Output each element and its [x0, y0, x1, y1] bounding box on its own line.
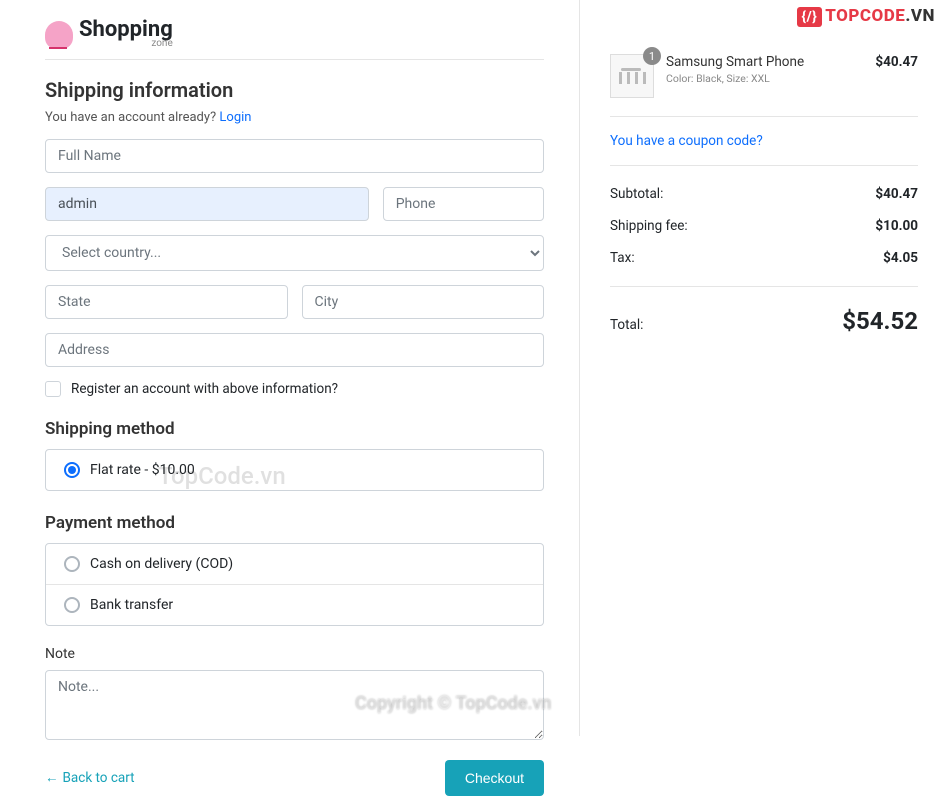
shipping-info-heading: Shipping information	[45, 78, 544, 102]
payment-option-label: Cash on delivery (COD)	[90, 556, 233, 572]
payment-method-box: Cash on delivery (COD) Bank transfer	[45, 543, 544, 626]
product-name: Samsung Smart Phone	[666, 54, 863, 70]
tax-label: Tax:	[610, 250, 635, 266]
note-label: Note	[45, 646, 544, 662]
register-checkbox[interactable]	[45, 381, 61, 397]
login-link[interactable]: Login	[219, 110, 251, 125]
account-hint: You have an account already?	[45, 110, 219, 125]
back-to-cart-link[interactable]: Back to cart	[45, 770, 135, 786]
brand-icon: {/}	[797, 7, 823, 27]
shipping-method-heading: Shipping method	[45, 419, 544, 439]
state-input[interactable]	[45, 285, 288, 319]
brand-watermark: {/}TOPCODE.VN	[797, 6, 935, 27]
shipping-method-box: Flat rate - $10.00	[45, 449, 544, 491]
phone-input[interactable]	[383, 187, 544, 221]
register-checkbox-row[interactable]: Register an account with above informati…	[45, 381, 544, 397]
city-input[interactable]	[302, 285, 545, 319]
product-price: $40.47	[875, 54, 918, 98]
shipping-option-flat-rate[interactable]: Flat rate - $10.00	[46, 450, 543, 490]
logo[interactable]: Shopping zone	[45, 20, 544, 49]
payment-option-cod[interactable]: Cash on delivery (COD)	[46, 544, 543, 585]
radio-icon	[64, 556, 80, 572]
tax-value: $4.05	[883, 250, 918, 266]
radio-icon	[64, 597, 80, 613]
product-meta: Color: Black, Size: XXL	[666, 72, 863, 85]
subtotal-label: Subtotal:	[610, 186, 663, 202]
note-textarea[interactable]	[45, 670, 544, 740]
total-value: $54.52	[842, 307, 918, 335]
subtotal-value: $40.47	[875, 186, 918, 202]
full-name-input[interactable]	[45, 139, 544, 173]
shipping-fee-value: $10.00	[875, 218, 918, 234]
shipping-fee-label: Shipping fee:	[610, 218, 688, 234]
coupon-link[interactable]: You have a coupon code?	[610, 117, 918, 166]
shipping-option-label: Flat rate - $10.00	[90, 462, 195, 478]
payment-option-label: Bank transfer	[90, 597, 173, 613]
country-select[interactable]: Select country...	[45, 235, 544, 271]
total-label: Total:	[610, 317, 643, 333]
address-input[interactable]	[45, 333, 544, 367]
payment-method-heading: Payment method	[45, 513, 544, 533]
cart-icon	[45, 21, 73, 49]
payment-option-bank[interactable]: Bank transfer	[46, 585, 543, 625]
email-input[interactable]	[45, 187, 369, 221]
qty-badge: 1	[643, 47, 661, 65]
cart-item: 1 Samsung Smart Phone Color: Black, Size…	[610, 38, 918, 117]
product-thumbnail: 1	[610, 54, 654, 98]
radio-icon	[64, 462, 80, 478]
checkout-button[interactable]: Checkout	[445, 760, 544, 796]
register-label: Register an account with above informati…	[71, 381, 338, 397]
